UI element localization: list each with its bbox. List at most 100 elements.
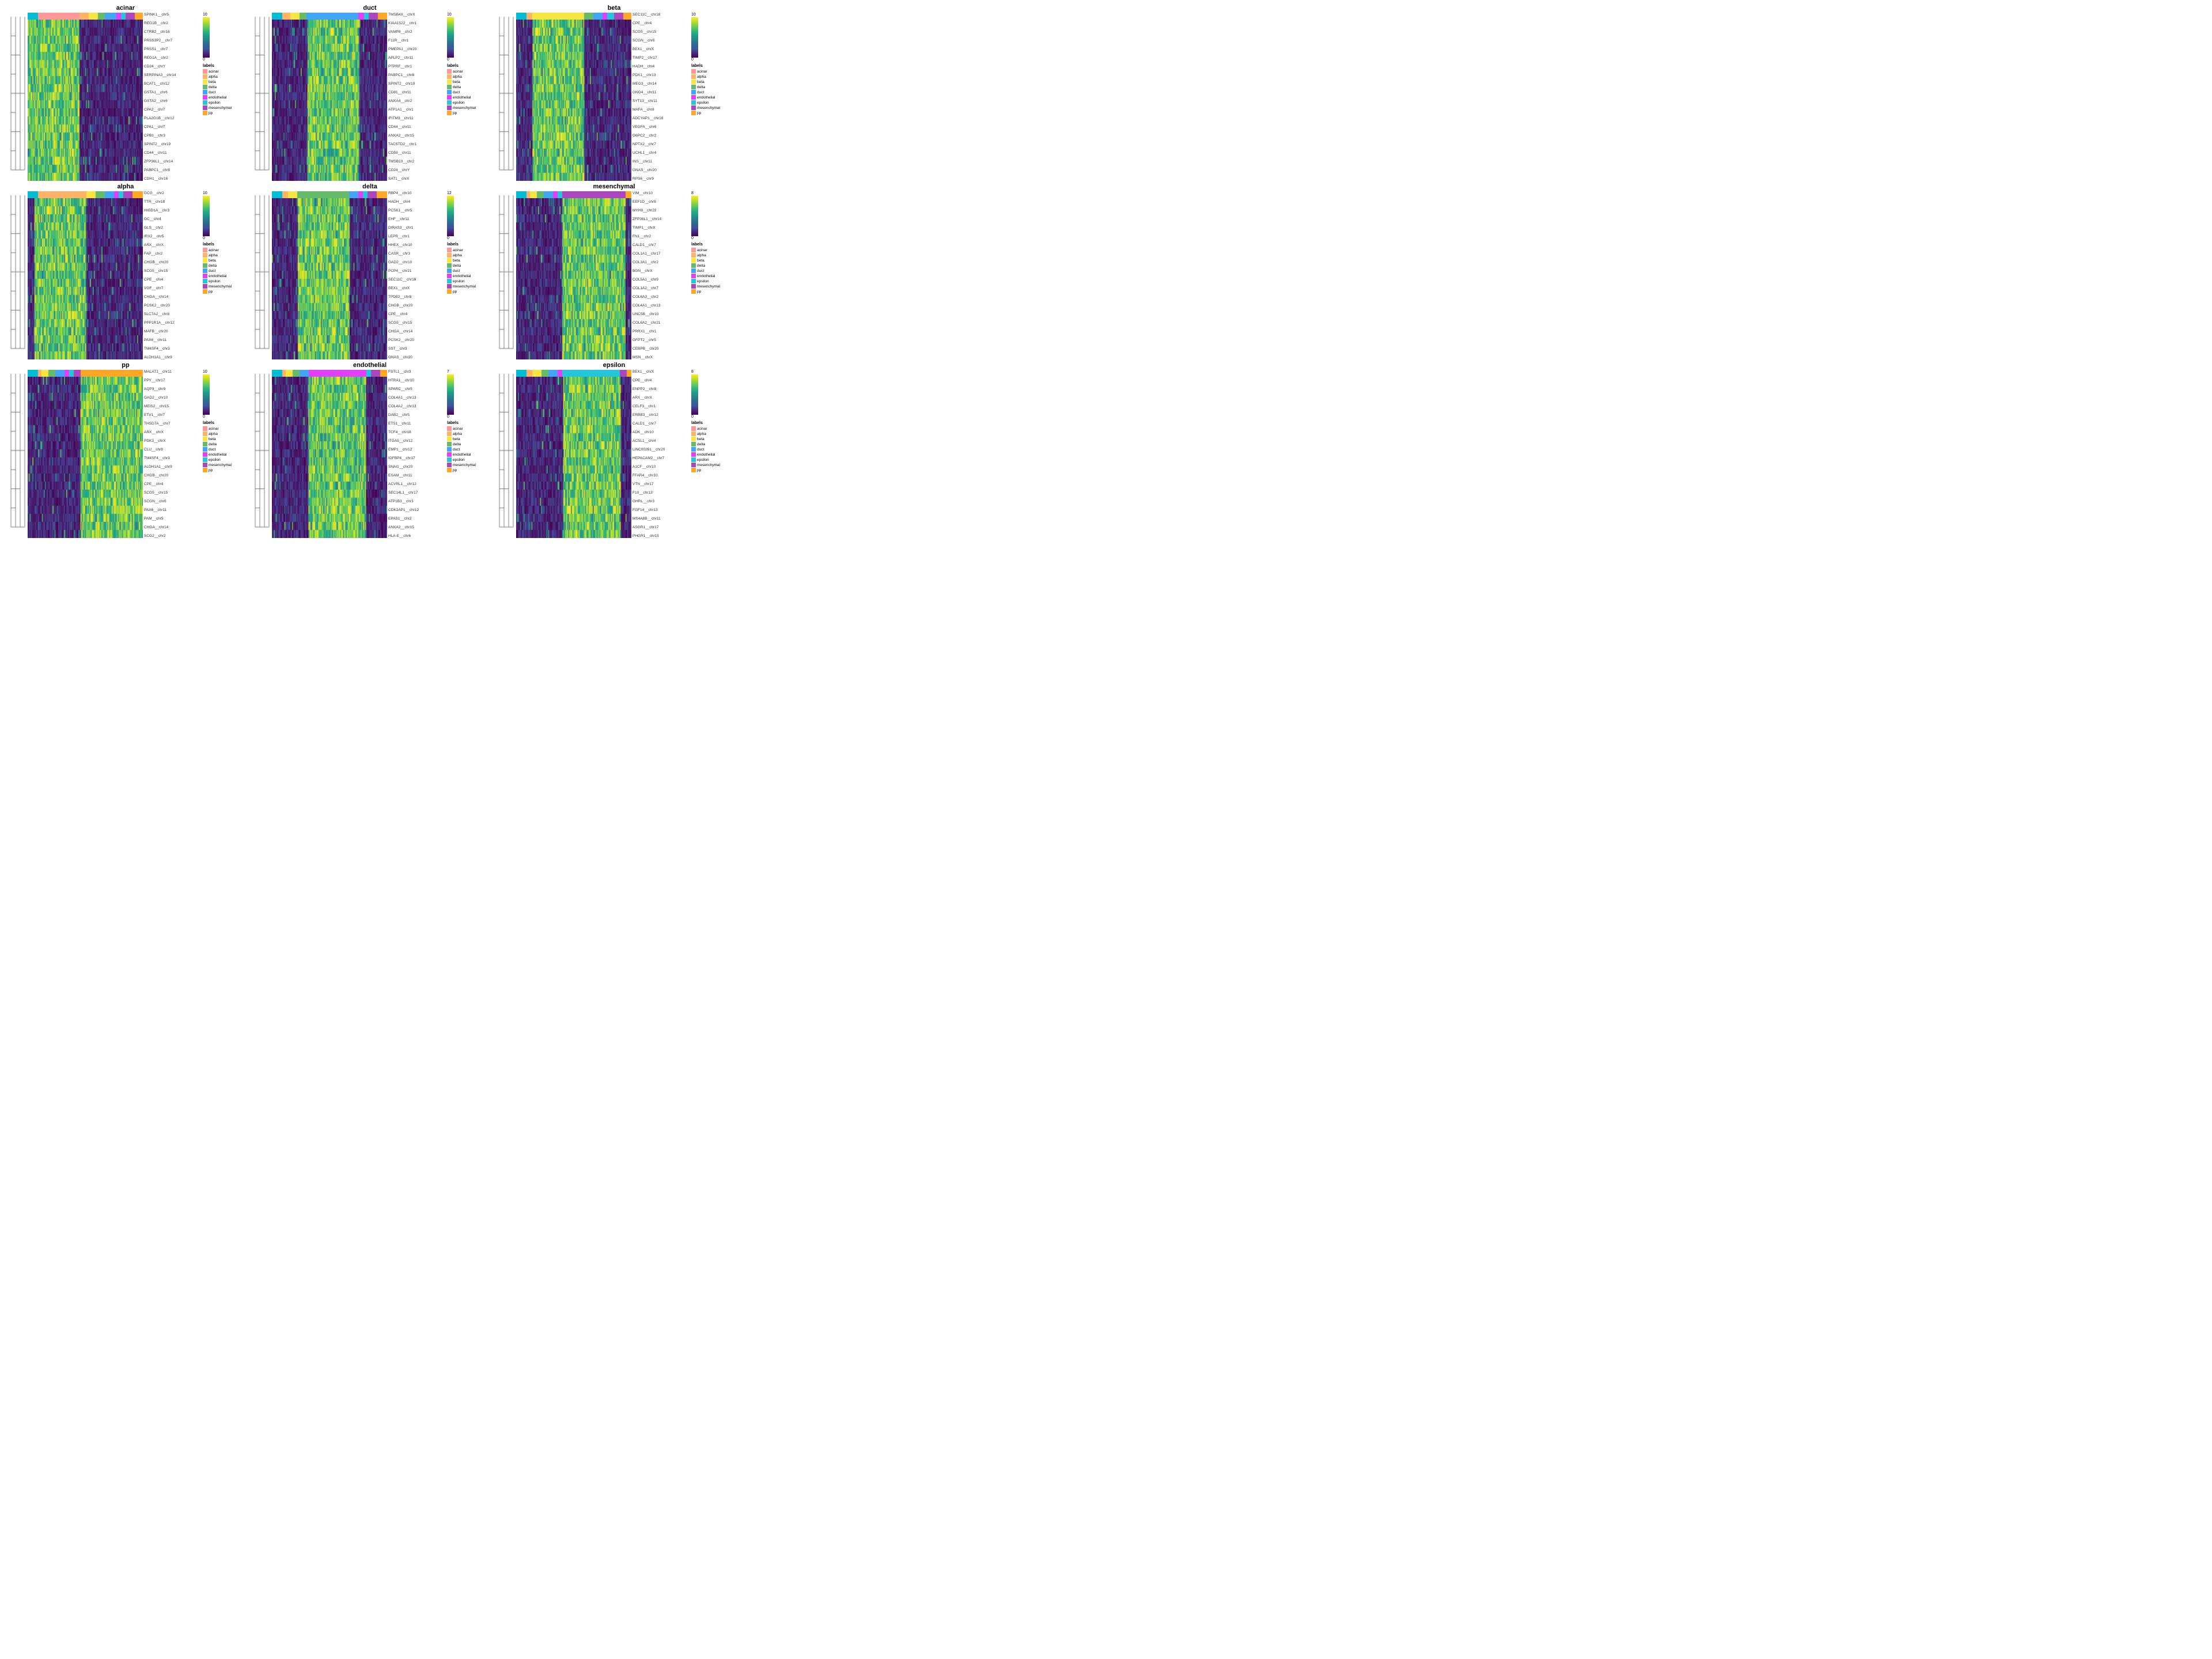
legend-color-delta — [203, 85, 207, 89]
legend-item-delta: delta — [203, 442, 217, 446]
legend-item-delta: delta — [203, 263, 217, 268]
legend-color-duct — [447, 268, 452, 273]
legend-label-pp: pp — [209, 468, 213, 472]
legend-label-epsilon: epsilon — [209, 101, 221, 105]
legend-alpha: 100labelsacinaralphabetadeltaductendothe… — [200, 191, 247, 359]
gene-label-5: ETV1__chr7 — [144, 413, 200, 417]
gene-label-17: ZFP36L1__chr14 — [144, 160, 200, 164]
top-bar-beta — [516, 13, 631, 20]
gene-label-13: VTN__chr17 — [632, 482, 689, 486]
legend-color-duct — [691, 268, 696, 273]
legend-label-acinar: acinar — [697, 248, 707, 252]
gene-label-8: PDK3__chrX — [144, 439, 200, 443]
legend-item-mesenchymal: mesenchymal — [447, 105, 476, 110]
legend-label-delta: delta — [697, 442, 705, 446]
panel-content-delta: RBP4__chr10HADH__chr4PCSK1__chr5EHF__chr… — [249, 191, 491, 359]
panel-title-pp: pp — [5, 362, 247, 369]
panel-mesenchymal: mesenchymalVIM__chr10EEF1D__chr8MYH9__ch… — [493, 183, 735, 359]
gene-label-8: COL3A1__chr2 — [632, 260, 689, 264]
legend-label-endothelial: endothelial — [697, 96, 715, 100]
legend-item-pp: pp — [447, 289, 457, 294]
gene-label-3: ARX__chrX — [632, 396, 689, 400]
gene-label-11: ALDH1A1__chr9 — [144, 465, 200, 469]
gene-label-14: CPE__chr4 — [388, 312, 445, 316]
dendrogram-alpha — [5, 191, 28, 359]
gene-label-17: INS__chr11 — [632, 160, 689, 164]
legend-label-duct: duct — [453, 269, 460, 273]
heatmap-area-pp — [28, 370, 143, 538]
legend-color-delta — [447, 442, 452, 446]
main-grid: acinarSPINK1__chr5REG1B__chr2CTRB2__chr1… — [0, 0, 737, 543]
gene-label-3: ZFP36L1__chr14 — [632, 217, 689, 221]
legend-label-duct: duct — [453, 90, 460, 94]
legend-epsilon: 80labelsacinaralphabetadeltaductendothel… — [689, 370, 735, 538]
gene-label-16: CD59__chr11 — [388, 151, 445, 155]
legend-item-endothelial: endothelial — [691, 95, 715, 100]
gene-label-17: TMSB10__chr2 — [388, 160, 445, 164]
legend-item-epsilon: epsilon — [203, 457, 221, 462]
gene-label-1: KIAA1522__chr1 — [388, 21, 445, 25]
legend-duct: 100labelsacinaralphabetadeltaductendothe… — [445, 13, 491, 181]
gene-label-19: CDH1__chr16 — [144, 177, 200, 181]
gene-label-16: CHGA__chr14 — [388, 329, 445, 334]
legend-label-delta: delta — [697, 264, 705, 268]
gene-label-4: PRSS1__chr7 — [144, 47, 200, 51]
legend-item-acinar: acinar — [447, 426, 463, 431]
scale-zero: 0 — [691, 58, 694, 62]
gene-label-10: IGFBP4__chr17 — [388, 456, 445, 460]
gene-label-12: CHGA__chr14 — [144, 295, 200, 299]
top-bar-pp — [28, 370, 143, 377]
labels-title: labels — [203, 64, 214, 68]
legend-color-alpha — [447, 253, 452, 257]
gene-label-9: GSTA1__chr6 — [144, 90, 200, 94]
gene-label-4: CELF3__chr1 — [632, 404, 689, 408]
labels-title: labels — [203, 243, 214, 247]
legend-label-beta: beta — [697, 437, 704, 441]
legend-item-acinar: acinar — [203, 248, 219, 252]
gene-label-6: HADH__chr4 — [632, 65, 689, 69]
legend-color-beta — [447, 79, 452, 84]
legend-item-delta: delta — [691, 442, 705, 446]
gene-label-1: TTR__chr18 — [144, 200, 200, 204]
scale-zero: 0 — [691, 236, 694, 240]
heatmap-duct — [272, 20, 387, 181]
legend-color-alpha — [203, 253, 207, 257]
gene-label-19: PHGR1__chr15 — [632, 534, 689, 538]
legend-label-endothelial: endothelial — [453, 453, 471, 457]
gene-labels-epsilon: BEX1__chrXCPE__chr4ENPP2__chr8ARX__chrXC… — [631, 370, 689, 538]
gene-label-19: SAT1__chrX — [388, 177, 445, 181]
legend-color-acinar — [447, 69, 452, 74]
legend-item-mesenchymal: mesenchymal — [203, 463, 232, 467]
heatmap-area-mesenchymal — [516, 191, 631, 359]
gene-label-6: HHEX__chr10 — [388, 243, 445, 247]
gradient-bar — [691, 17, 698, 58]
legend-label-duct: duct — [697, 269, 704, 273]
legend-item-acinar: acinar — [203, 69, 219, 74]
legend-label-delta: delta — [453, 442, 461, 446]
legend-item-pp: pp — [203, 111, 213, 115]
legend-item-beta: beta — [203, 258, 216, 263]
legend-color-delta — [447, 85, 452, 89]
gene-label-14: SCG5__chr15 — [144, 491, 200, 495]
top-bar-alpha — [28, 191, 143, 198]
legend-color-duct — [691, 447, 696, 452]
scale-zero: 0 — [691, 415, 694, 419]
gene-label-3: SCGN__chr6 — [632, 39, 689, 43]
legend-item-epsilon: epsilon — [691, 457, 709, 462]
legend-label-endothelial: endothelial — [209, 96, 226, 100]
gene-label-3: COL4A1__chr13 — [388, 396, 445, 400]
panel-pp: ppMALAT1__chr11PPY__chr17AQP3__chr9GAD2_… — [5, 362, 247, 538]
gene-label-2: VAMP8__chr2 — [388, 30, 445, 34]
legend-color-alpha — [447, 431, 452, 436]
legend-label-beta: beta — [209, 437, 216, 441]
gene-label-1: REG1B__chr2 — [144, 21, 200, 25]
gene-label-0: SPINK1__chr5 — [144, 13, 200, 17]
legend-item-mesenchymal: mesenchymal — [691, 463, 720, 467]
scale-title: 7 — [447, 370, 449, 374]
legend-item-epsilon: epsilon — [447, 279, 465, 283]
gene-label-2: MYH9__chr22 — [632, 209, 689, 213]
gene-label-2: PCSK1__chr5 — [388, 209, 445, 213]
legend-item-pp: pp — [447, 111, 457, 115]
legend-color-pp — [691, 289, 696, 294]
legend-item-mesenchymal: mesenchymal — [447, 463, 476, 467]
